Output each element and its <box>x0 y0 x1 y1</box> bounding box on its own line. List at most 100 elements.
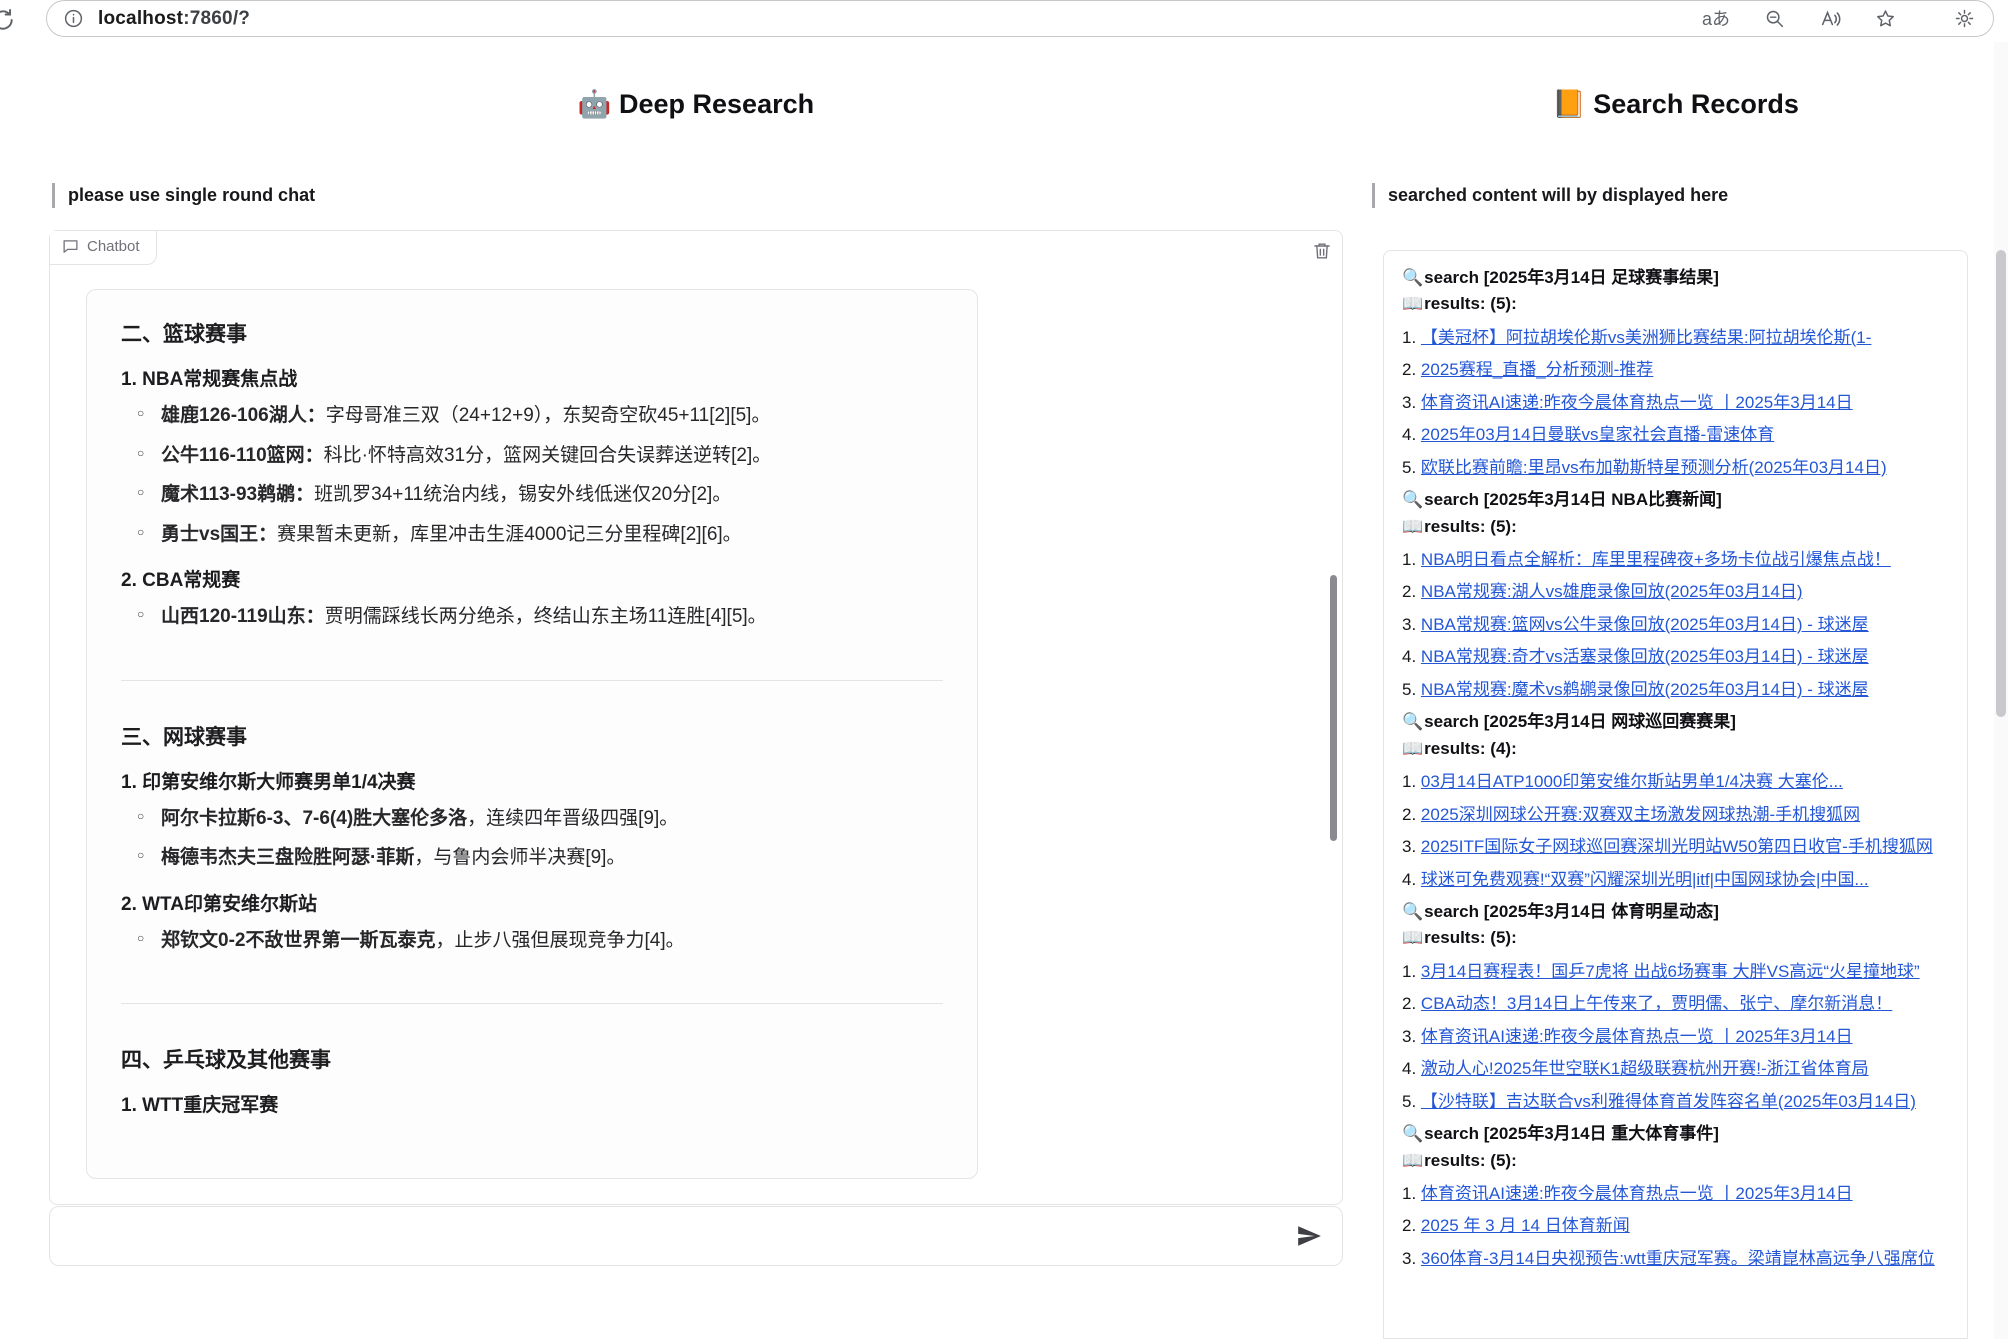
search-icon: 🔍 <box>1402 902 1423 921</box>
search-query: 🔍search [2025年3月14日 体育明星动态] <box>1402 899 1949 925</box>
reload-icon[interactable] <box>0 7 16 33</box>
search-icon: 🔍 <box>1402 268 1423 287</box>
search-result-link[interactable]: 360体育-3月14日央视预告:wtt重庆冠军赛。梁靖崑林高远争八强席位 <box>1421 1249 1935 1268</box>
search-result-row: 2025深圳网球公开赛:双赛双主场激发网球热潮-手机搜狐网 <box>1402 802 1949 828</box>
url-path: :7860/? <box>183 8 250 29</box>
search-result-link[interactable]: NBA常规赛:篮网vs公牛录像回放(2025年03月14日) - 球迷屋 <box>1421 615 1869 634</box>
chatbot-panel: Chatbot 二、篮球赛事 1. NBA常规赛焦点战 雄鹿126-106湖人：… <box>49 230 1343 1205</box>
list-item-title: 1. NBA常规赛焦点战 <box>121 364 943 391</box>
send-button[interactable] <box>1292 1219 1326 1253</box>
chat-bullet: 梅德韦杰夫三盘险胜阿瑟·菲斯，与鲁内会师半决赛[9]。 <box>161 844 943 873</box>
favorite-star-icon[interactable] <box>1875 8 1896 29</box>
search-result-link[interactable]: 3月14日赛程表！国乒7虎将 出战6场赛事 大胖VS高远“火星撞地球” <box>1421 962 1920 981</box>
page-scrollbar-thumb[interactable] <box>1996 250 2006 717</box>
search-result-link[interactable]: 球迷可免费观赛!“双赛”闪耀深圳光明|itf|中国网球协会|中国... <box>1421 870 1869 889</box>
translate-icon[interactable]: aあ <box>1702 10 1730 28</box>
message-input[interactable] <box>66 1218 1292 1254</box>
search-icon: 🔍 <box>1402 1124 1423 1143</box>
book-icon: 📖 <box>1402 517 1423 536</box>
search-query: 🔍search [2025年3月14日 网球巡回赛赛果] <box>1402 709 1949 735</box>
list-item-title: 2. CBA常规赛 <box>121 565 943 592</box>
search-result-row: 球迷可免费观赛!“双赛”闪耀深圳光明|itf|中国网球协会|中国... <box>1402 867 1949 893</box>
search-result-row: NBA常规赛:奇才vs活塞录像回放(2025年03月14日) - 球迷屋 <box>1402 644 1949 670</box>
search-result-row: 2025 年 3 月 14 日体育新闻 <box>1402 1213 1949 1239</box>
search-result-link[interactable]: 欧联比赛前瞻:里昂vs布加勒斯特星预测分析(2025年03月14日) <box>1421 458 1887 477</box>
search-result-row: 03月14日ATP1000印第安维尔斯站男单1/4决赛 大塞伦... <box>1402 769 1949 795</box>
search-result-link[interactable]: 体育资讯AI速递:昨夜今晨体育热点一览 丨2025年3月14日 <box>1421 1184 1853 1203</box>
search-result-link[interactable]: 体育资讯AI速递:昨夜今晨体育热点一览 丨2025年3月14日 <box>1421 1027 1853 1046</box>
section-heading: 二、篮球赛事 <box>121 318 943 348</box>
results-count: 📖results: (5): <box>1402 925 1949 951</box>
records-hint: searched content will by displayed here <box>1372 183 1728 208</box>
url-text: localhost:7860/? <box>98 8 250 30</box>
search-result-row: 体育资讯AI速递:昨夜今晨体育热点一览 丨2025年3月14日 <box>1402 1181 1949 1207</box>
search-result-row: 【沙特联】吉达联合vs利雅得体育首发阵容名单(2025年03月14日) <box>1402 1089 1949 1115</box>
settings-gear-icon[interactable] <box>1954 8 1975 29</box>
search-result-link[interactable]: NBA常规赛:湖人vs雄鹿录像回放(2025年03月14日) <box>1421 582 1803 601</box>
section-heading: 三、网球赛事 <box>121 721 943 751</box>
clear-chat-button[interactable] <box>1312 241 1332 264</box>
chat-bullet: 魔术113-93鹈鹕：班凯罗34+11统治内线，锡安外线低迷仅20分[2]。 <box>161 481 943 510</box>
bullet-list: 山西120-119山东：贾明儒踩线长两分绝杀，终结山东主场11连胜[4][5]。 <box>121 603 943 632</box>
search-result-row: 欧联比赛前瞻:里昂vs布加勒斯特星预测分析(2025年03月14日) <box>1402 455 1949 481</box>
search-query: 🔍search [2025年3月14日 重大体育事件] <box>1402 1121 1949 1147</box>
chat-bullet: 山西120-119山东：贾明儒踩线长两分绝杀，终结山东主场11连胜[4][5]。 <box>161 603 943 632</box>
search-records-title: 📙 Search Records <box>1383 88 1968 120</box>
url-host: localhost <box>98 8 183 29</box>
search-result-row: 【美冠杯】阿拉胡埃伦斯vs美洲狮比赛结果:阿拉胡埃伦斯(1- <box>1402 325 1949 351</box>
search-result-row: 激动人心!2025年世空联K1超级联赛杭州开赛!-浙江省体育局 <box>1402 1056 1949 1082</box>
bullet-list: 阿尔卡拉斯6-3、7-6(4)胜大塞伦多洛，连续四年晋级四强[9]。 梅德韦杰夫… <box>121 805 943 873</box>
book-icon: 📖 <box>1402 928 1423 947</box>
search-result-link[interactable]: NBA明日看点全解析：库里里程碑夜+多场卡位战引爆焦点战！ <box>1421 550 1891 569</box>
results-count: 📖results: (5): <box>1402 1148 1949 1174</box>
browser-toolbar: localhost:7860/? aあ <box>0 0 2008 42</box>
search-result-link[interactable]: 2025ITF国际女子网球巡回赛深圳光明站W50第四日收官-手机搜狐网 <box>1421 837 1933 856</box>
page-scrollbar[interactable] <box>1994 42 2008 1339</box>
search-result-row: NBA常规赛:篮网vs公牛录像回放(2025年03月14日) - 球迷屋 <box>1402 612 1949 638</box>
chat-bubble-icon <box>62 238 79 255</box>
bullet-list: 郑钦文0-2不敌世界第一斯瓦泰克，止步八强但展现竞争力[4]。 <box>121 927 943 956</box>
search-result-link[interactable]: 03月14日ATP1000印第安维尔斯站男单1/4决赛 大塞伦... <box>1421 772 1843 791</box>
list-item-title: 1. WTT重庆冠军赛 <box>121 1090 943 1117</box>
search-result-link[interactable]: 激动人心!2025年世空联K1超级联赛杭州开赛!-浙江省体育局 <box>1421 1059 1869 1078</box>
search-result-row: 2025ITF国际女子网球巡回赛深圳光明站W50第四日收官-手机搜狐网 <box>1402 834 1949 860</box>
bullet-list: 雄鹿126-106湖人：字母哥准三双（24+12+9），东契奇空砍45+11[2… <box>121 402 943 549</box>
chat-hint: please use single round chat <box>52 183 315 208</box>
search-result-row: 3月14日赛程表！国乒7虎将 出战6场赛事 大胖VS高远“火星撞地球” <box>1402 959 1949 985</box>
zoom-out-icon[interactable] <box>1764 8 1785 29</box>
search-result-link[interactable]: NBA常规赛:奇才vs活塞录像回放(2025年03月14日) - 球迷屋 <box>1421 647 1869 666</box>
search-result-link[interactable]: 【沙特联】吉达联合vs利雅得体育首发阵容名单(2025年03月14日) <box>1421 1092 1916 1111</box>
search-result-link[interactable]: CBA动态！3月14日上午传来了，贾明儒、张宁、摩尔新消息！ <box>1421 994 1892 1013</box>
search-result-link[interactable]: 2025深圳网球公开赛:双赛双主场激发网球热潮-手机搜狐网 <box>1421 805 1860 824</box>
list-item-title: 2. WTA印第安维尔斯站 <box>121 889 943 916</box>
chat-bullet: 雄鹿126-106湖人：字母哥准三双（24+12+9），东契奇空砍45+11[2… <box>161 402 943 431</box>
search-result-row: 体育资讯AI速递:昨夜今晨体育热点一览 丨2025年3月14日 <box>1402 1024 1949 1050</box>
search-record: 🔍search [2025年3月14日 网球巡回赛赛果] 📖results: (… <box>1402 709 1949 892</box>
read-aloud-icon[interactable] <box>1819 8 1841 30</box>
search-result-link[interactable]: 体育资讯AI速递:昨夜今晨体育热点一览 丨2025年3月14日 <box>1421 393 1853 412</box>
section-divider <box>121 680 943 681</box>
search-result-link[interactable]: 2025年03月14日曼联vs皇家社会直播-雷速体育 <box>1421 425 1774 444</box>
section-divider <box>121 1003 943 1004</box>
search-result-link[interactable]: 2025 年 3 月 14 日体育新闻 <box>1421 1216 1630 1235</box>
search-icon: 🔍 <box>1402 712 1423 731</box>
results-count: 📖results: (5): <box>1402 514 1949 540</box>
toolbar-icons: aあ <box>1702 8 1975 30</box>
search-result-link[interactable]: 2025赛程_直播_分析预测-推荐 <box>1421 360 1653 379</box>
search-result-row: NBA常规赛:湖人vs雄鹿录像回放(2025年03月14日) <box>1402 579 1949 605</box>
chat-bullet: 阿尔卡拉斯6-3、7-6(4)胜大塞伦多洛，连续四年晋级四强[9]。 <box>161 805 943 834</box>
chatbot-label-text: Chatbot <box>87 238 140 255</box>
book-icon: 📖 <box>1402 294 1423 313</box>
site-info-icon[interactable] <box>63 8 84 29</box>
search-record: 🔍search [2025年3月14日 足球赛事结果] 📖results: (5… <box>1402 265 1949 480</box>
search-result-link[interactable]: 【美冠杯】阿拉胡埃伦斯vs美洲狮比赛结果:阿拉胡埃伦斯(1- <box>1421 328 1872 347</box>
trash-icon <box>1312 241 1332 261</box>
chat-scrollbar-thumb[interactable] <box>1330 575 1337 841</box>
results-count: 📖results: (4): <box>1402 736 1949 762</box>
search-record: 🔍search [2025年3月14日 体育明星动态] 📖results: (5… <box>1402 899 1949 1114</box>
search-result-row: NBA明日看点全解析：库里里程碑夜+多场卡位战引爆焦点战！ <box>1402 547 1949 573</box>
search-result-link[interactable]: NBA常规赛:魔术vs鹈鹕录像回放(2025年03月14日) - 球迷屋 <box>1421 680 1869 699</box>
deep-research-title: 🤖 Deep Research <box>49 88 1343 120</box>
search-result-row: 体育资讯AI速递:昨夜今晨体育热点一览 丨2025年3月14日 <box>1402 390 1949 416</box>
url-bar[interactable]: localhost:7860/? aあ <box>46 0 1994 37</box>
